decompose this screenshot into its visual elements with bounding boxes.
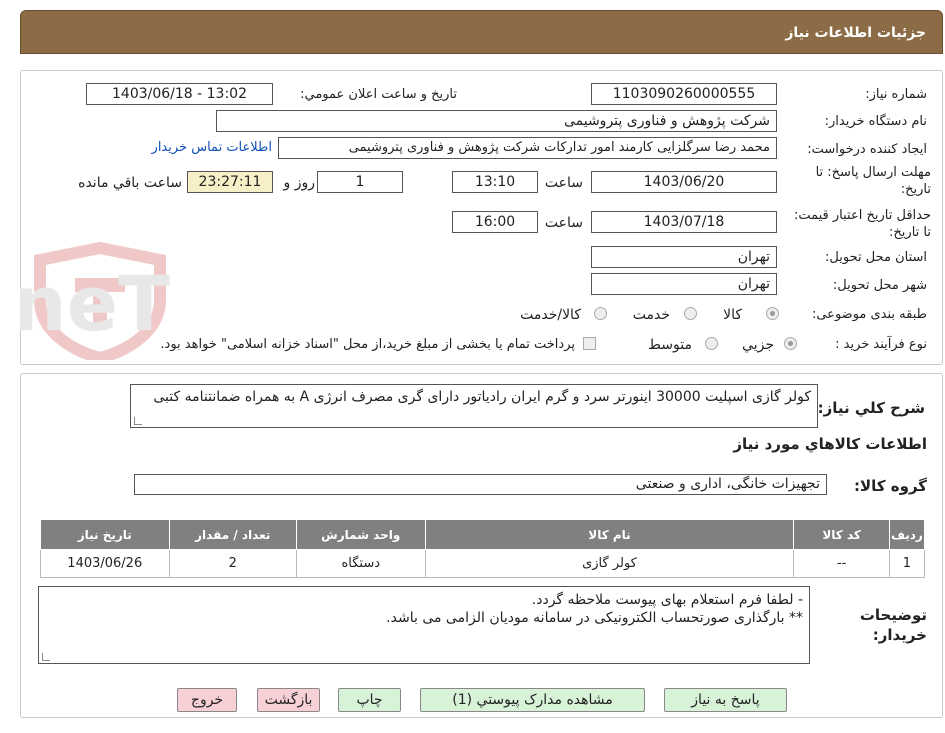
process-radio-small[interactable] (784, 337, 797, 350)
resize-grip-icon[interactable] (134, 417, 142, 425)
process-radio-medium[interactable] (705, 337, 718, 350)
page-header: جزئیات اطلاعات نیاز (20, 10, 943, 54)
category-radio-goods[interactable] (766, 307, 779, 320)
validity-date-field: 1403/07/18 (591, 211, 777, 233)
view-attachments-button[interactable]: مشاهده مدارک پيوستي (1) (420, 688, 645, 712)
deadline-label: مهلت ارسال پاسخ: تا تاریخ: (815, 165, 931, 197)
cell-row-number: 1 (888, 549, 926, 578)
goods-table-header: رديف کد کالا نام کالا واحد شمارش تعداد /… (40, 519, 926, 550)
category-option-goods: کالا (723, 307, 742, 323)
goods-heading: اطلاعات کالاهاي مورد نياز (733, 435, 927, 453)
treasury-payment-note: پرداخت تمام يا بخشی از مبلغ خريد،از محل … (160, 337, 575, 352)
description-text: کولر گازی اسپلیت 30000 اینورتر سرد و گرم… (153, 389, 811, 405)
buyer-org-label: نام دستگاه خريدار: (824, 114, 927, 129)
buyer-contact-link[interactable]: اطلاعات تماس خريدار (152, 140, 272, 155)
cell-quantity: 2 (168, 549, 298, 578)
category-radio-service[interactable] (684, 307, 697, 320)
validity-time-field: 16:00 (452, 211, 538, 233)
province-field: تهران (591, 246, 777, 268)
treasury-payment-checkbox[interactable] (583, 337, 596, 350)
process-label: نوع فرآيند خريد : (835, 337, 927, 352)
city-field: تهران (591, 273, 777, 295)
description-field: کولر گازی اسپلیت 30000 اینورتر سرد و گرم… (130, 384, 818, 428)
cell-goods-code: -- (793, 549, 890, 578)
cell-unit: دستگاه (296, 549, 426, 578)
days-field: 1 (317, 171, 403, 193)
buyer-org-field: شرکت پژوهش و فناوری پتروشیمی (216, 110, 777, 132)
creator-label: ايجاد کننده درخواست: (807, 142, 927, 157)
goods-group-field: تجهیزات خانگی، اداری و صنعتی (134, 474, 827, 495)
deadline-time-label: ساعت (544, 175, 583, 191)
buyer-notes-line-1: - لطفا فرم استعلام بهای پیوست ملاحظه گرد… (531, 592, 803, 608)
category-option-service: خدمت (632, 307, 670, 323)
buyer-notes-line-2: ** بارگذاری صورتحساب الکترونیکی در سامان… (386, 610, 803, 626)
province-label: استان محل تحويل: (825, 250, 927, 265)
description-label: شرح کلي نياز: (817, 399, 925, 417)
exit-button[interactable]: خروج (177, 688, 237, 712)
category-radio-both[interactable] (594, 307, 607, 320)
need-number-label: شماره نیاز: (865, 87, 927, 102)
col-quantity: تعداد / مقدار (168, 519, 298, 550)
col-unit: واحد شمارش (296, 519, 426, 550)
deadline-date-field: 1403/06/20 (591, 171, 777, 193)
resize-grip-icon[interactable] (42, 653, 50, 661)
announce-field: 1403/06/18 - 13:02 (86, 83, 273, 105)
back-button[interactable]: بازگشت (257, 688, 320, 712)
cell-need-date: 1403/06/26 (40, 549, 170, 578)
need-number-field: 1103090260000555 (591, 83, 777, 105)
creator-field: محمد رضا سرگلزایی کارمند امور تدارکات شر… (278, 137, 777, 159)
category-label: طبقه بندی موضوعی: (811, 307, 927, 322)
col-need-date: تاريخ نياز (40, 519, 170, 550)
remaining-label: ساعت باقي مانده (78, 175, 182, 191)
col-goods-code: کد کالا (793, 519, 890, 550)
col-goods-name: نام کالا (424, 519, 795, 550)
col-row-number: رديف (888, 519, 926, 550)
days-label: روز و (283, 175, 316, 191)
table-row: 1 -- کولر گازی دستگاه 2 1403/06/26 (40, 549, 926, 578)
print-button[interactable]: چاپ (338, 688, 401, 712)
process-option-small: جزيي (742, 337, 774, 353)
buyer-notes-label: توضيحات خريدار: (859, 606, 927, 644)
remaining-time-field: 23:27:11 (187, 171, 273, 193)
goods-table: رديف کد کالا نام کالا واحد شمارش تعداد /… (40, 519, 926, 578)
validity-label: حداقل تاريخ اعتبار قيمت: تا تاریخ: (793, 208, 931, 240)
validity-time-label: ساعت (544, 215, 583, 231)
process-option-medium: متوسط (648, 337, 692, 353)
category-option-both: کالا/خدمت (520, 307, 581, 323)
goods-group-label: گروه کالا: (854, 477, 927, 495)
cell-goods-name: کولر گازی (424, 549, 795, 578)
deadline-time-field: 13:10 (452, 171, 538, 193)
reply-button[interactable]: پاسخ به نياز (664, 688, 787, 712)
announce-label: تاریخ و ساعت اعلان عمومي: (300, 87, 457, 102)
city-label: شهر محل تحويل: (832, 278, 927, 293)
buyer-notes-field: - لطفا فرم استعلام بهای پیوست ملاحظه گرد… (38, 586, 810, 664)
